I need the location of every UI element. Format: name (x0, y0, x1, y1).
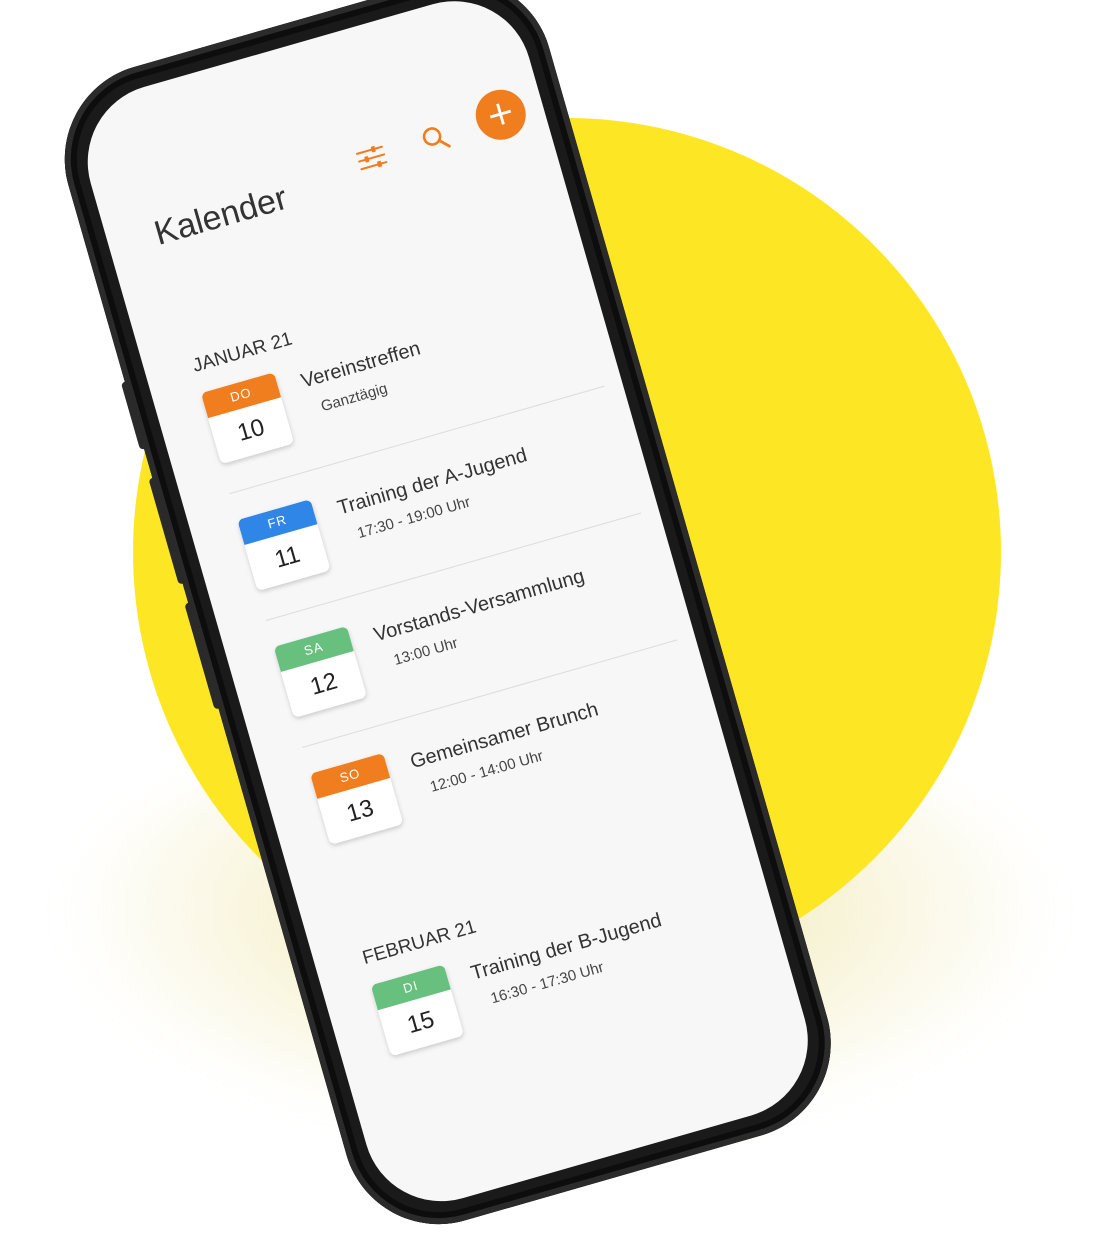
date-badge: SO 13 (310, 752, 404, 845)
phone-side-button (120, 380, 150, 451)
date-badge: DI 15 (370, 964, 465, 1057)
search-icon[interactable] (418, 121, 453, 156)
date-badge: FR 11 (237, 499, 331, 592)
event-item[interactable]: DI 15 Training der B-Jugend 16:30 - 17:30 U… (370, 875, 781, 1074)
page-title: Kalender (150, 178, 292, 253)
date-badge: SA 12 (273, 626, 368, 719)
event-title: Vereinstreffen (298, 337, 423, 393)
add-event-button[interactable]: + (469, 83, 532, 146)
event-list: JANUAR 21 DO 10 Vereinstreffen Ganztägig FR 11… (69, 0, 678, 1057)
event-title: Vorstands-Versammlung (371, 565, 587, 647)
sliders-icon[interactable] (354, 141, 390, 174)
date-badge: DO 10 (200, 372, 295, 465)
